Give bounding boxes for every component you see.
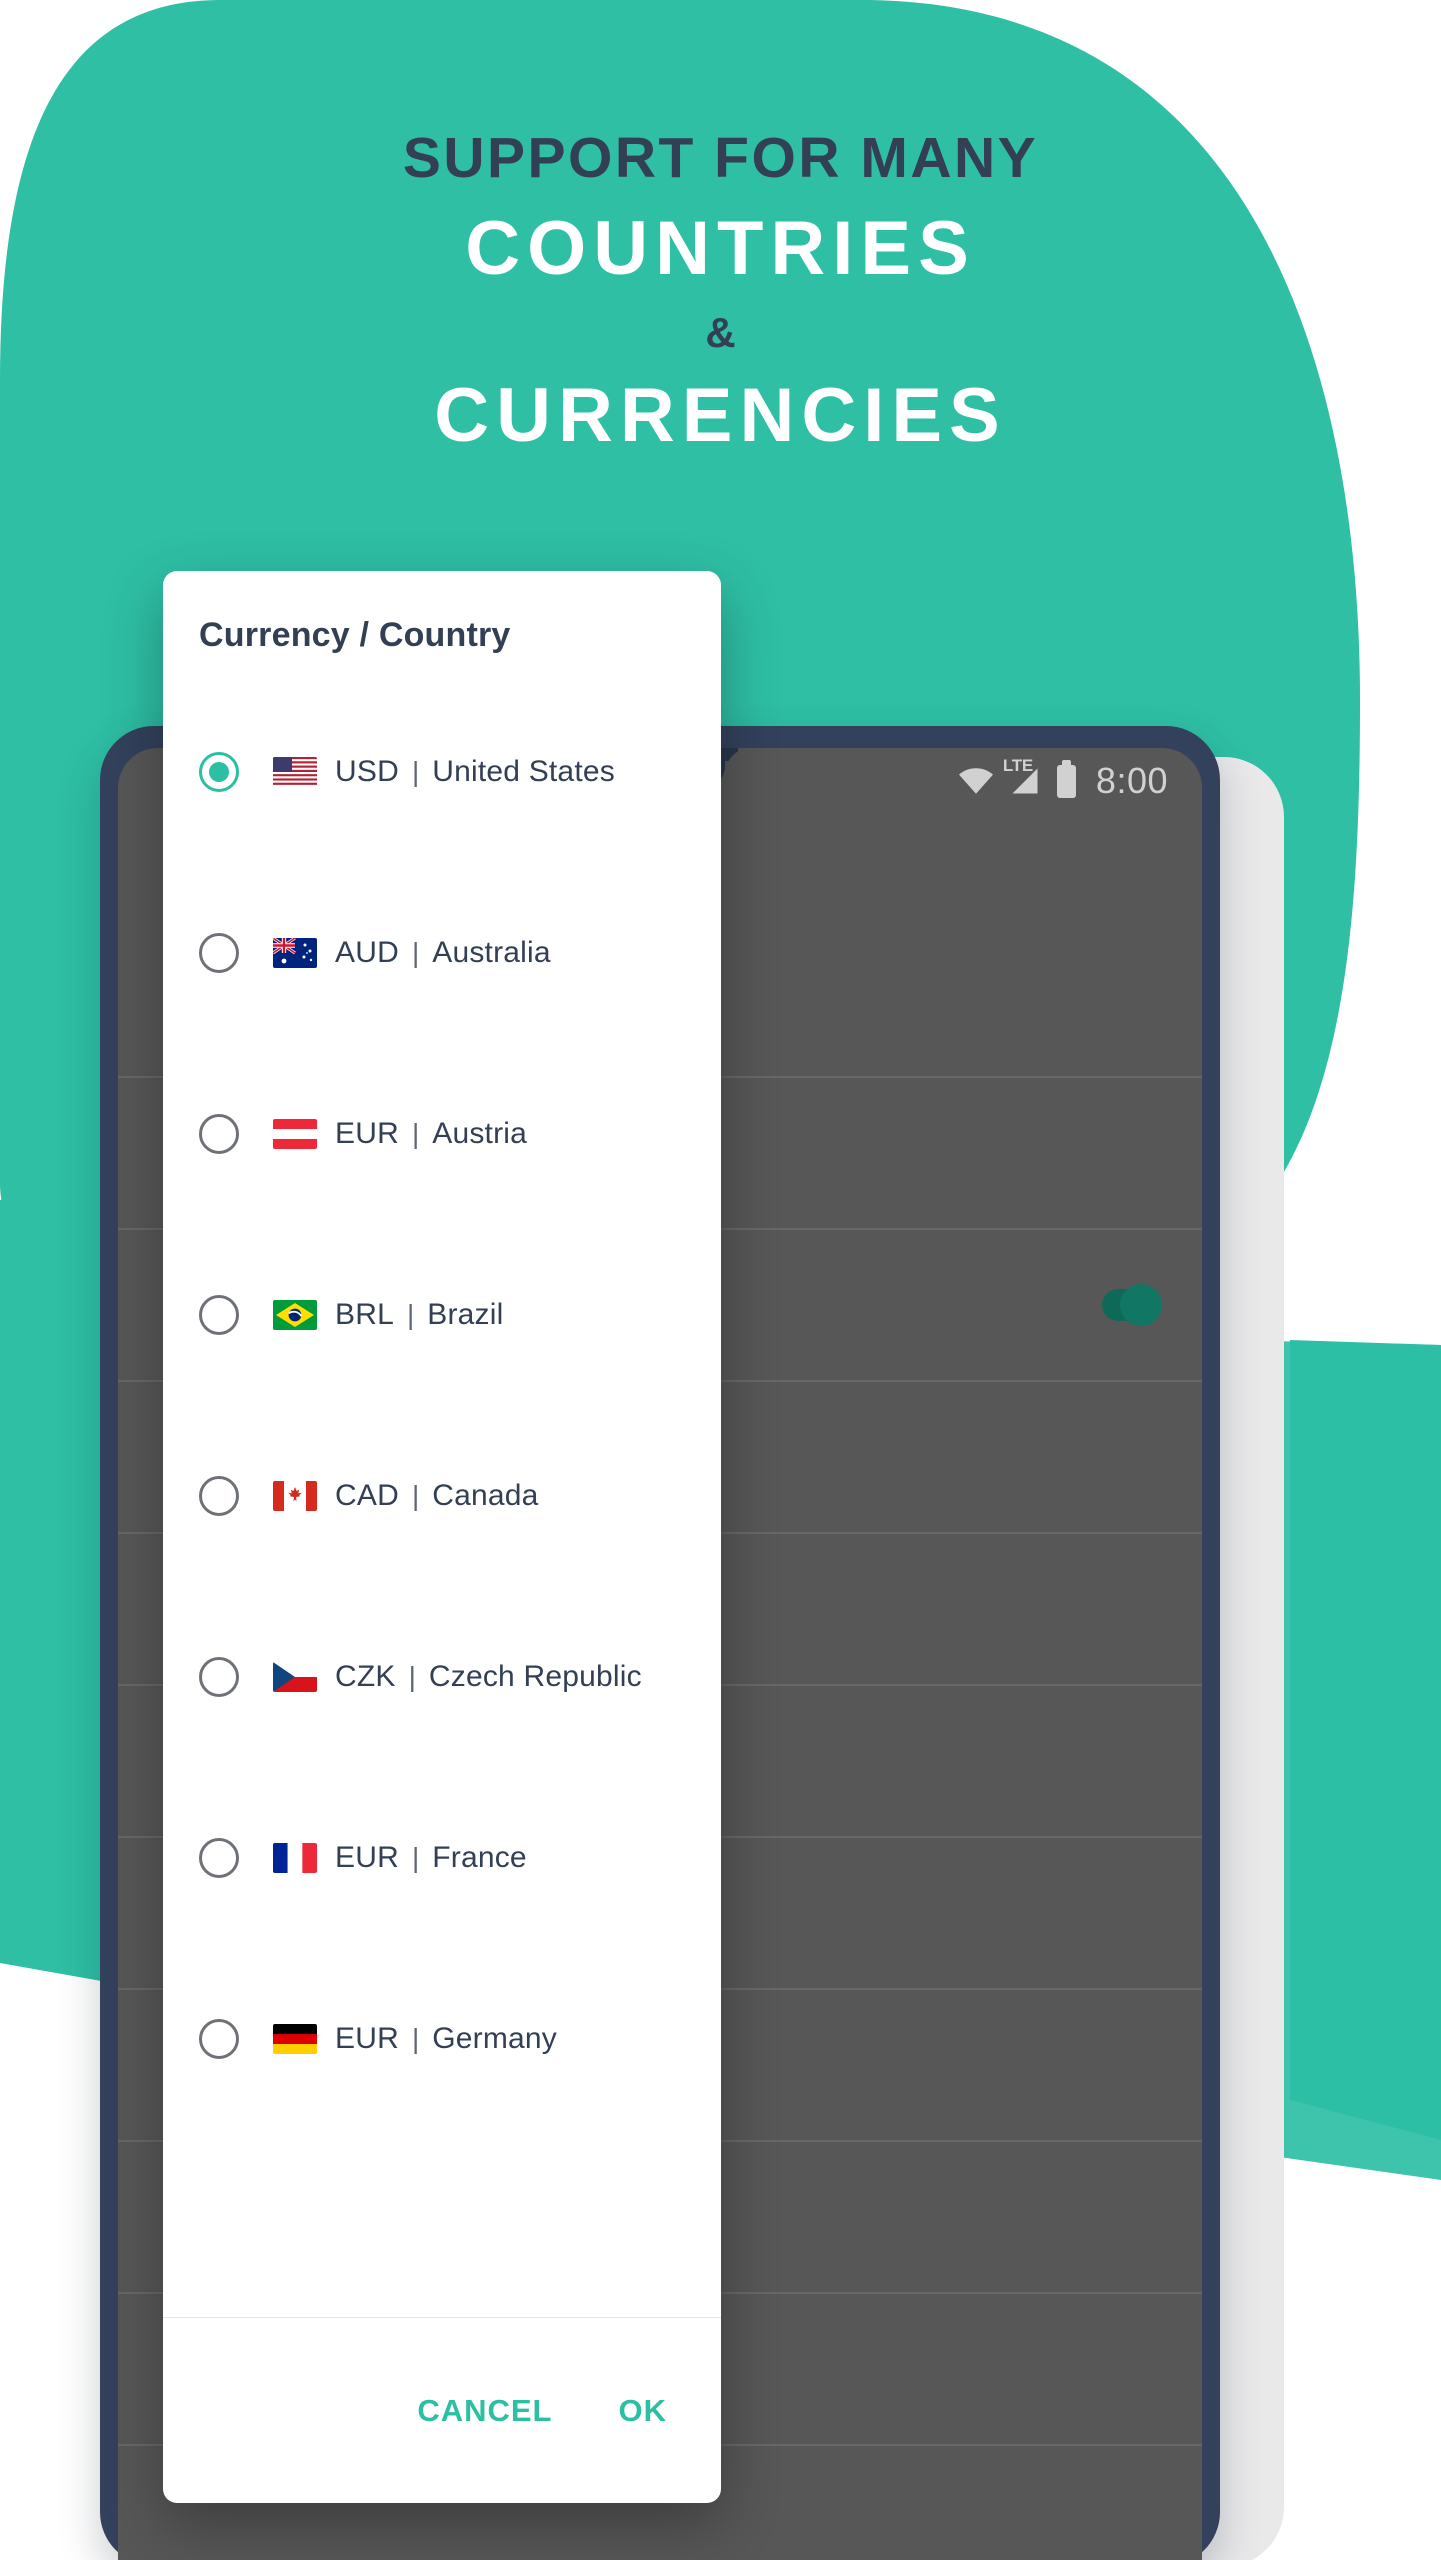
radio-button[interactable] [199, 1294, 239, 1335]
country-name: Czech Republic [428, 1659, 642, 1693]
currency-option-row[interactable]: EUR | Austria [163, 1043, 721, 1224]
country-name: Germany [432, 2021, 558, 2055]
country-name: Australia [432, 935, 551, 969]
dialog-title: Currency / Country [199, 616, 511, 654]
option-separator: | [408, 1660, 416, 1692]
option-separator: | [406, 1298, 415, 1330]
currency-code: USD [335, 754, 399, 788]
currency-option-list[interactable]: USD | United States AUD | Australia EUR | Aust… [163, 657, 721, 2318]
flag-br-icon [273, 1299, 317, 1330]
currency-option-row[interactable]: CAD | Canada [163, 1405, 721, 1586]
currency-option-row[interactable]: EUR | Germany [163, 1948, 721, 2129]
radio-button[interactable] [199, 1113, 239, 1154]
currency-code: CZK [335, 1659, 396, 1693]
currency-code: CAD [335, 1478, 399, 1512]
flag-at-icon [273, 1118, 317, 1149]
radio-button[interactable] [199, 751, 239, 792]
dialog-action-bar: CANCEL OK [163, 2318, 721, 2503]
country-name: France [432, 1840, 527, 1874]
currency-option-row[interactable]: USD | United States [163, 681, 721, 862]
flag-us-icon [273, 756, 317, 787]
currency-option-row[interactable]: CZK | Czech Republic [163, 1586, 721, 1767]
currency-country-dialog: Currency / Country USD | United States AUD… [163, 571, 721, 2503]
radio-button[interactable] [199, 2018, 239, 2059]
flag-de-icon [273, 2023, 317, 2054]
option-separator: | [411, 2022, 420, 2054]
ok-button[interactable]: OK [613, 2383, 674, 2439]
radio-button[interactable] [199, 932, 239, 973]
radio-button[interactable] [199, 1475, 239, 1516]
currency-code: BRL [335, 1297, 394, 1331]
currency-option-row[interactable]: EUR | France [163, 1767, 721, 1948]
flag-fr-icon [273, 1842, 317, 1873]
option-separator: | [411, 1479, 420, 1511]
option-separator: | [411, 936, 420, 968]
currency-code: EUR [335, 1116, 399, 1150]
currency-option-row[interactable]: AUD | Australia [163, 862, 721, 1043]
radio-button[interactable] [199, 1837, 239, 1878]
option-separator: | [411, 755, 420, 787]
radio-button[interactable] [199, 1656, 239, 1697]
cancel-button[interactable]: CANCEL [411, 2383, 558, 2439]
currency-code: EUR [335, 2021, 399, 2055]
currency-code: EUR [335, 1840, 399, 1874]
country-name: Canada [432, 1478, 539, 1512]
flag-au-icon [273, 937, 317, 968]
option-separator: | [411, 1841, 420, 1873]
currency-option-row[interactable]: BRL | Brazil [163, 1224, 721, 1405]
currency-code: AUD [335, 935, 399, 969]
flag-ca-icon [273, 1480, 317, 1511]
country-name: Austria [432, 1116, 528, 1150]
country-name: United States [432, 754, 615, 788]
promo-screenshot: SUPPORT FOR MANY COUNTRIES & CURRENCIES … [0, 0, 1441, 2560]
country-name: Brazil [427, 1297, 504, 1331]
option-separator: | [411, 1117, 420, 1149]
flag-cz-icon [273, 1661, 317, 1692]
